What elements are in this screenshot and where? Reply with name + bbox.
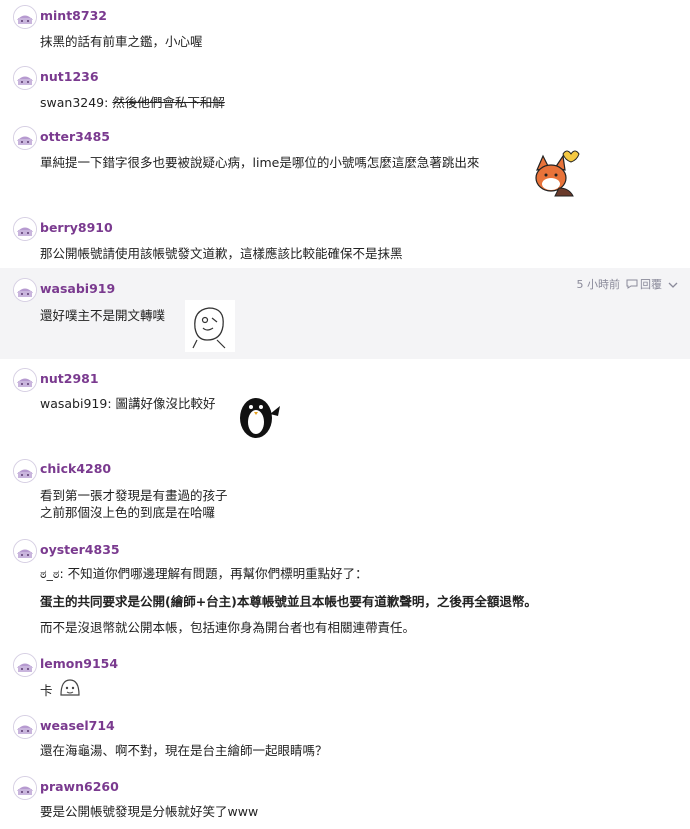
comment-item: oyster4835 ಠ_ಠ: 不知道你們哪邊理解有問題，再幫你們標明重點好了：… <box>0 534 690 648</box>
avatar[interactable] <box>13 5 37 29</box>
avatar[interactable] <box>13 217 37 241</box>
avatar[interactable] <box>13 66 37 90</box>
username[interactable]: nut2981 <box>40 371 99 386</box>
comment-item: chick4280 看到第一張才發現是有畫過的孩子 之前那個沒上色的到底是在哈囉 <box>0 454 690 534</box>
comment-item: weasel714 還在海龜湯、啊不對，現在是台主繪師一起眼睛嗎？ <box>0 710 690 772</box>
comment-item: berry8910 那公開帳號請使用該帳號發文道歉，這樣應該比較能確保不是抹黑 <box>0 210 690 268</box>
comment-text: wasabi919: 圖講好像沒比較好 <box>40 396 216 411</box>
username[interactable]: otter3485 <box>40 129 110 144</box>
comment-item: lemon9154 卡 <box>0 648 690 710</box>
comment-text: ಠ_ಠ: 不知道你們哪邊理解有問題，再幫你們標明重點好了： <box>40 566 368 581</box>
comment-text: swan3249: 然後他們會私下和解 <box>40 92 225 111</box>
timestamp: 5 小時前 <box>576 278 621 291</box>
comment-item: wasabi919 還好噗主不是開文轉噗 5 小時前 回覆 <box>0 268 690 359</box>
avatar[interactable] <box>13 278 37 302</box>
username[interactable]: lemon9154 <box>40 656 118 671</box>
chevron-down-icon[interactable] <box>668 278 678 291</box>
comment-item: otter3485 單純提一下錯字很多也要被說疑心病，lime是哪位的小號嗎怎麼… <box>0 120 690 210</box>
struck-text: 然後他們會私下和解 <box>112 95 225 110</box>
doodle-sticker <box>185 300 235 352</box>
avatar[interactable] <box>13 715 37 739</box>
comment-bold-text: 蛋主的共同要求是公開(繪師+台主)本尊帳號並且本帳也要有道歉聲明，之後再全額退幣… <box>40 594 537 609</box>
comment-text: 要是公開帳號發現是分帳就好笑了www <box>40 804 259 819</box>
comment-item: prawn6260 要是公開帳號發現是分帳就好笑了www <box>0 772 690 829</box>
comment-text: 那公開帳號請使用該帳號發文道歉，這樣應該比較能確保不是抹黑 <box>40 246 403 261</box>
username[interactable]: oyster4835 <box>40 542 120 557</box>
avatar[interactable] <box>13 539 37 563</box>
comment-text: 之前那個沒上色的到底是在哈囉 <box>40 505 216 520</box>
comment-text: 抹黑的話有前車之鑑，小心喔 <box>40 34 203 49</box>
comment-text: 單純提一下錯字很多也要被說疑心病，lime是哪位的小號嗎怎麼這麼急著跳出來 <box>40 155 480 170</box>
username[interactable]: wasabi919 <box>40 281 115 296</box>
comment-item: nut1236 swan3249: 然後他們會私下和解 <box>0 60 690 120</box>
comment-text: 而不是沒退幣就公開本帳，包括連你身為開台者也有相關連帶責任。 <box>40 620 416 635</box>
username[interactable]: chick4280 <box>40 461 111 476</box>
comment-text: 還好噗主不是開文轉噗 <box>40 308 166 323</box>
reply-prefix: swan3249: <box>40 95 113 110</box>
speech-bubble-icon <box>626 279 638 289</box>
reply-button[interactable]: 回覆 <box>626 276 662 292</box>
username[interactable]: weasel714 <box>40 718 115 733</box>
fox-sticker <box>533 148 583 200</box>
comment-text: 卡 <box>40 683 53 698</box>
penguin-sticker <box>234 392 284 440</box>
username[interactable]: nut1236 <box>40 69 99 84</box>
username[interactable]: berry8910 <box>40 220 113 235</box>
small-face-sticker <box>59 677 81 697</box>
reply-label: 回覆 <box>640 278 662 291</box>
avatar[interactable] <box>13 459 37 483</box>
avatar[interactable] <box>13 653 37 677</box>
avatar[interactable] <box>13 776 37 800</box>
comment-text: 還在海龜湯、啊不對，現在是台主繪師一起眼睛嗎？ <box>40 743 328 758</box>
comment-meta: 5 小時前 回覆 <box>577 276 679 292</box>
username[interactable]: mint8732 <box>40 8 107 23</box>
username[interactable]: prawn6260 <box>40 779 119 794</box>
avatar[interactable] <box>13 368 37 392</box>
comment-item: mint8732 抹黑的話有前車之鑑，小心喔 <box>0 0 690 60</box>
comment-item: nut2981 wasabi919: 圖講好像沒比較好 <box>0 359 690 454</box>
avatar[interactable] <box>13 126 37 150</box>
